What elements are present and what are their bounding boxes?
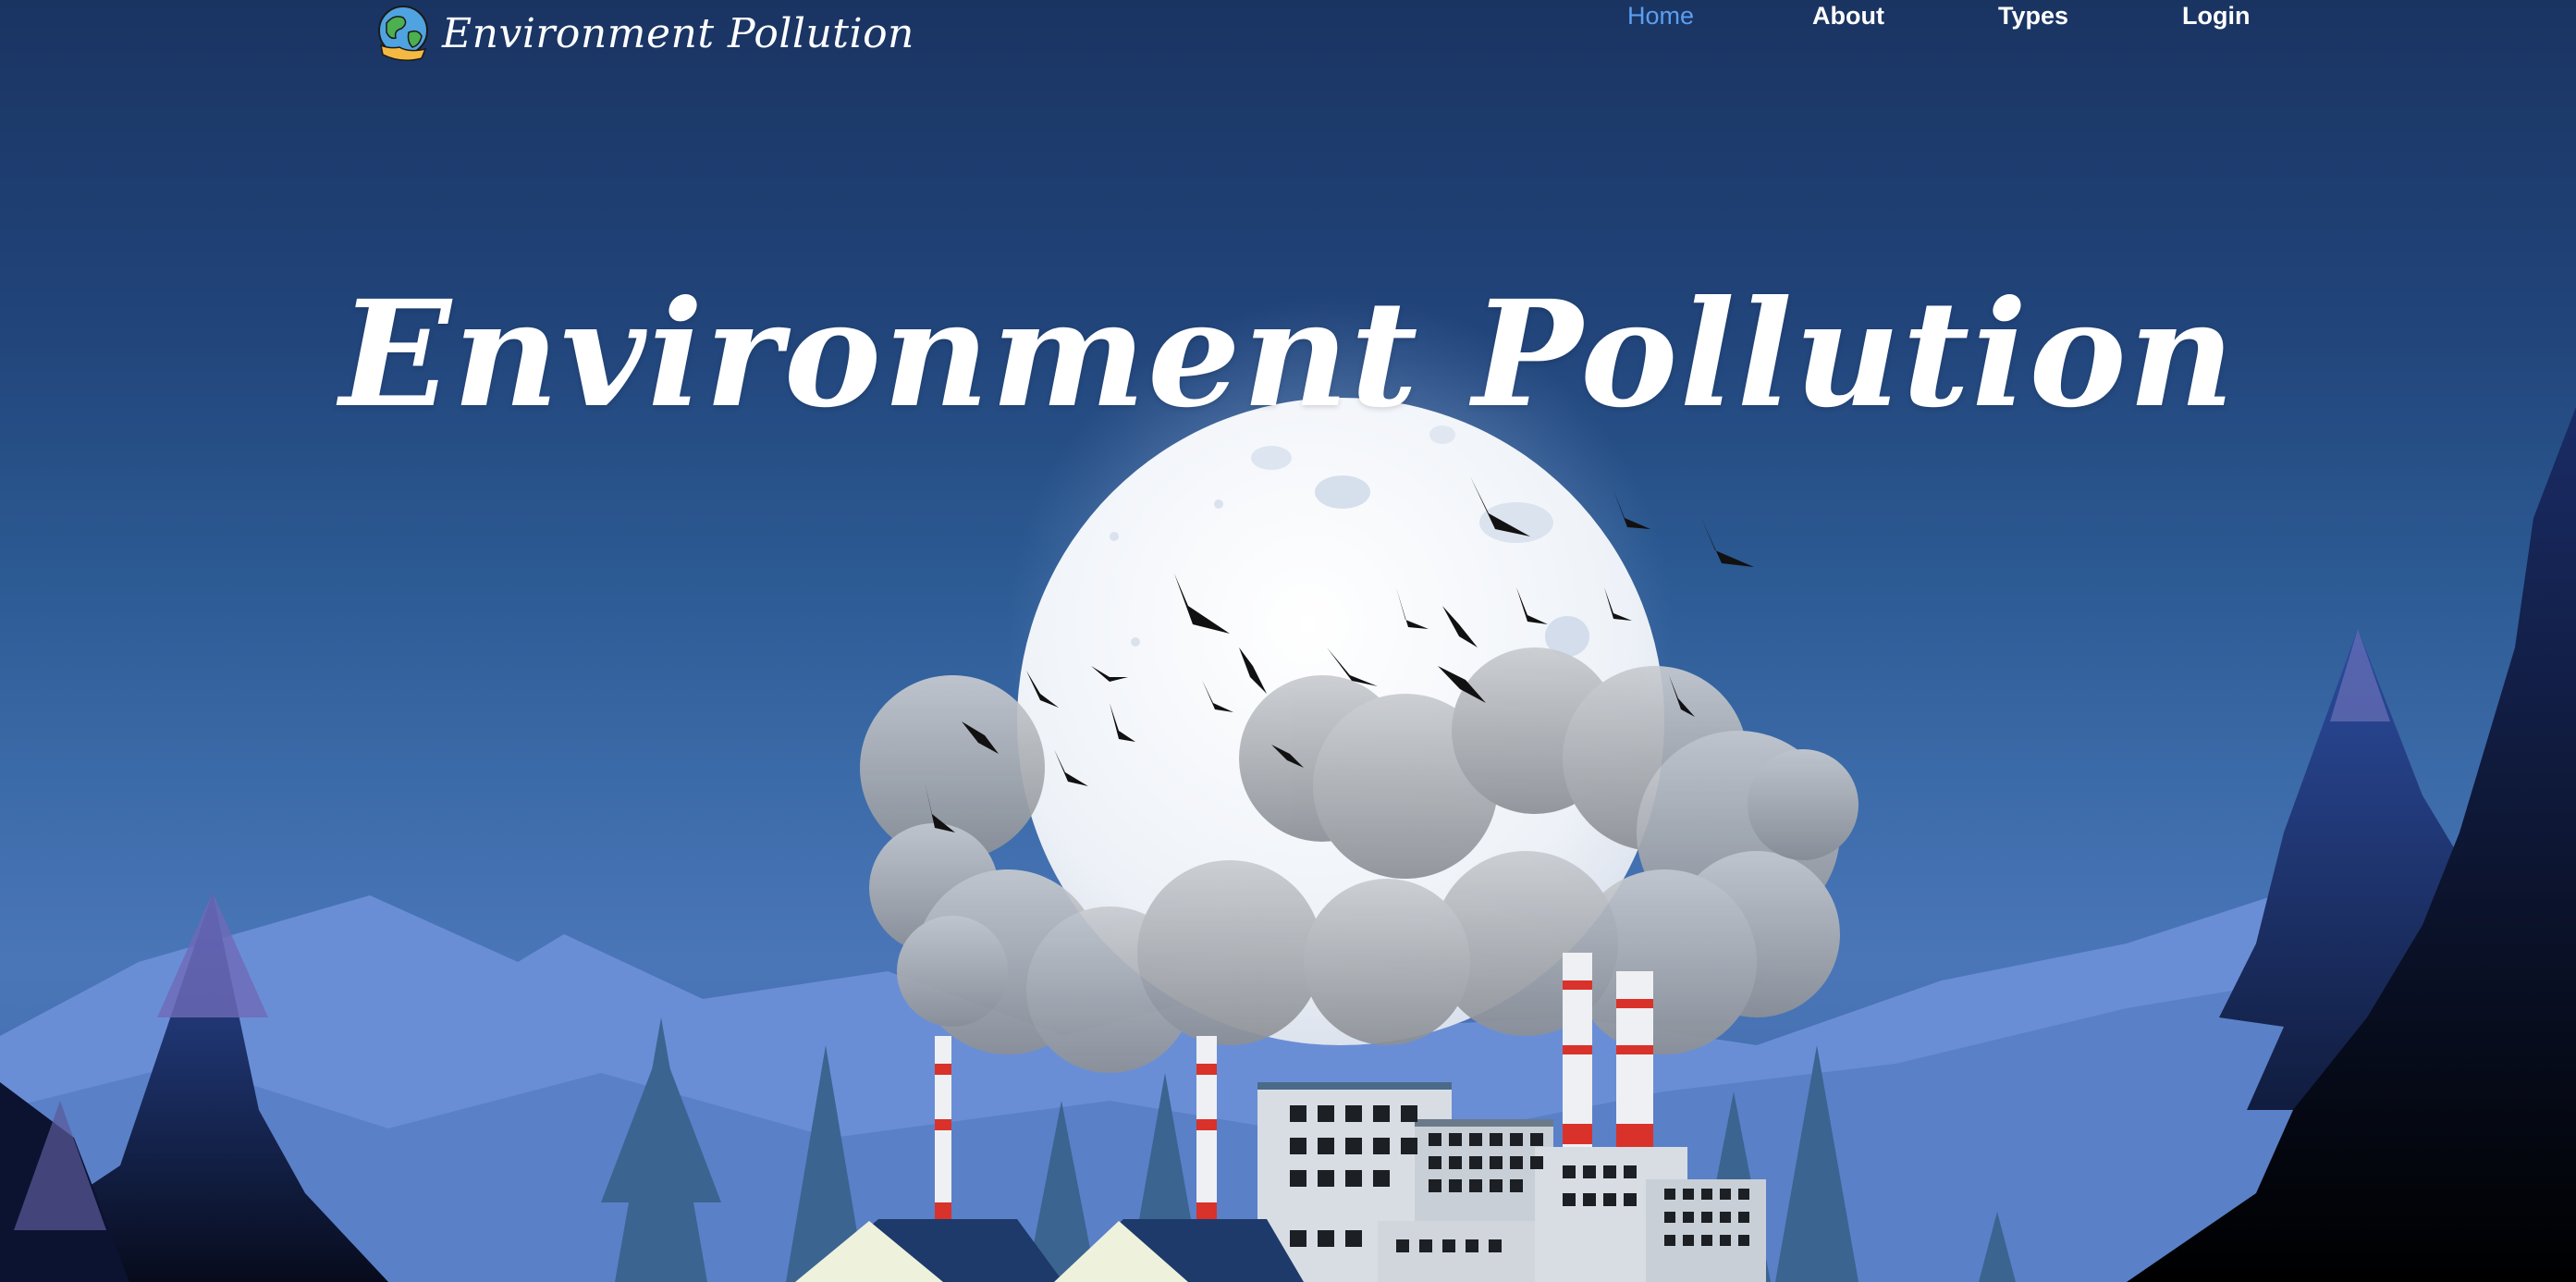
- nav-login-link[interactable]: Login: [2182, 2, 2250, 31]
- navbar: Environment Pollution Home About Types L…: [0, 0, 2576, 74]
- nav-types-link[interactable]: Types: [1998, 2, 2068, 31]
- brand[interactable]: Environment Pollution: [375, 2, 914, 65]
- hero-title: Environment Pollution: [339, 268, 2237, 440]
- brand-name: Environment Pollution: [442, 9, 914, 57]
- globe-hand-icon: [378, 6, 428, 61]
- nav-about-link[interactable]: About: [1812, 2, 1884, 31]
- nav-home-link[interactable]: Home: [1627, 2, 1694, 31]
- hero-illustration: [0, 296, 2576, 1282]
- smoke-cloud: [860, 647, 1858, 1073]
